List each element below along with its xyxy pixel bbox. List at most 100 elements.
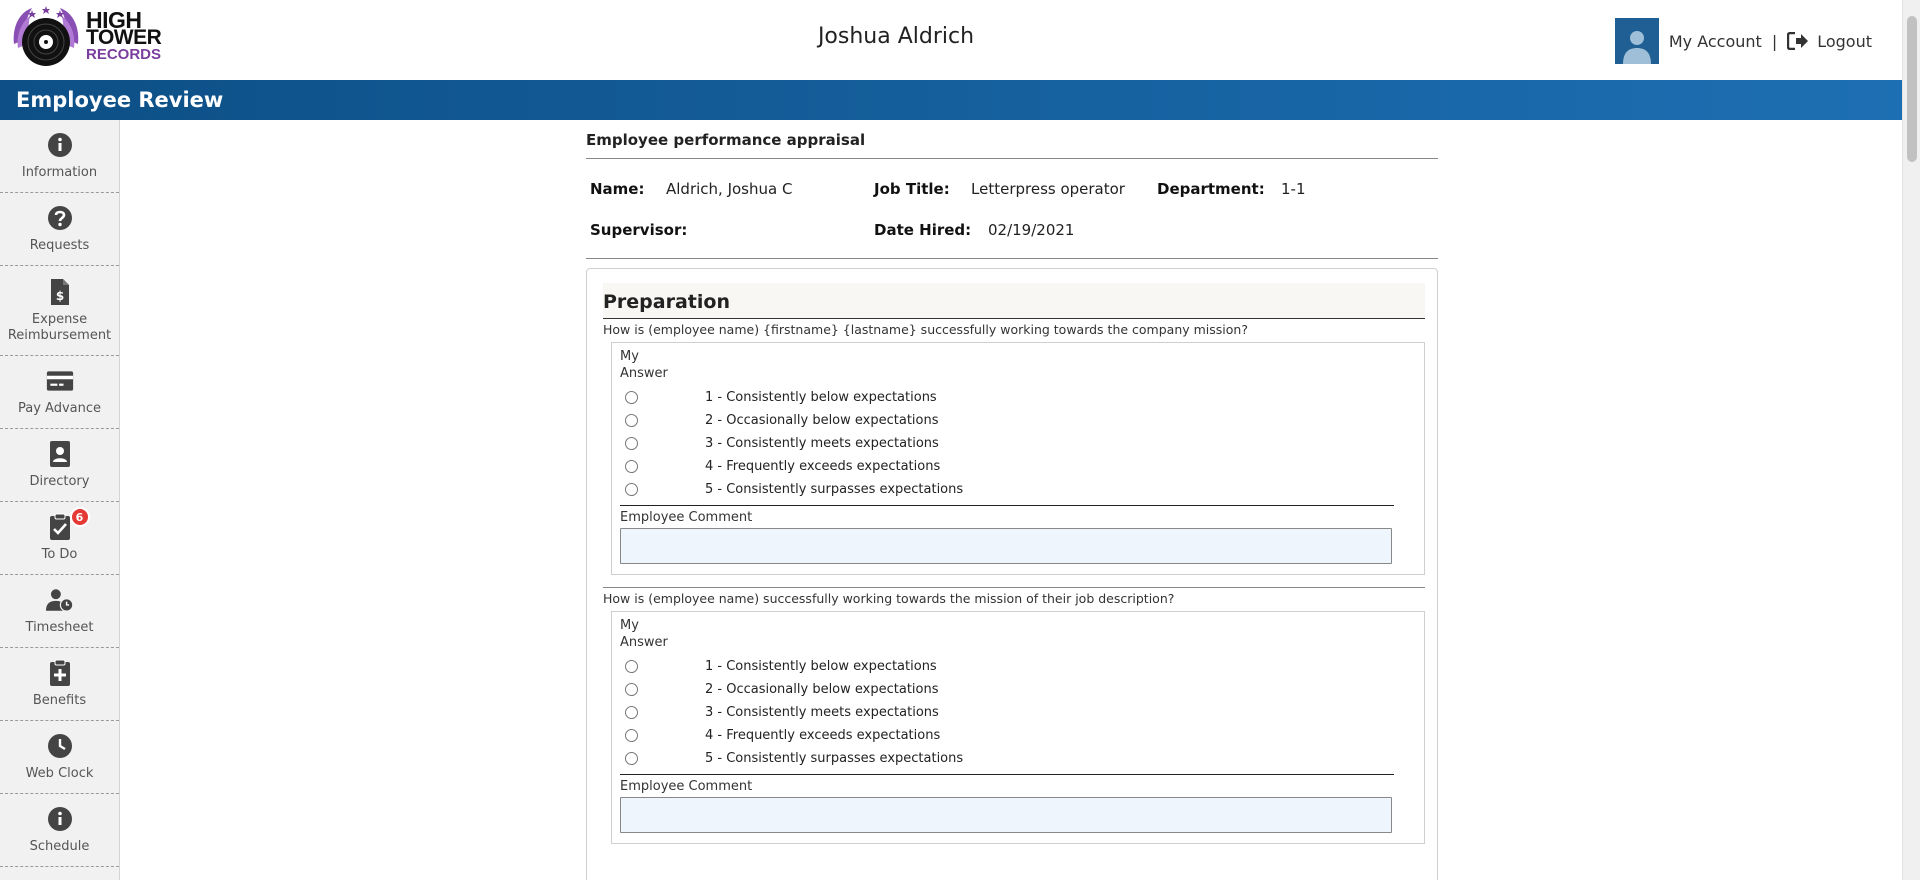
department-value: 1-1 [1281, 180, 1306, 198]
question-divider [620, 505, 1394, 506]
user-clock-icon [45, 586, 74, 614]
rating-option-5[interactable]: 5 - Consistently surpasses expectations [620, 747, 1394, 770]
sidebar-item-schedule[interactable]: Schedule [0, 794, 119, 867]
rating-option-label: 4 - Frequently exceeds expectations [705, 728, 941, 743]
sidebar-item-label: Directory [29, 474, 90, 489]
job-title-label: Job Title: [874, 180, 950, 198]
sidebar-item-benefits[interactable]: Benefits [0, 648, 119, 721]
appraisal-title: Employee performance appraisal [586, 120, 1438, 159]
credit-card-icon [46, 367, 74, 395]
rating-option-label: 5 - Consistently surpasses expectations [705, 751, 964, 766]
employee-comment-label: Employee Comment [620, 510, 753, 525]
sidebar-item-label: Requests [29, 238, 90, 253]
svg-text:$: $ [55, 289, 63, 303]
sidebar-item-label: Benefits [32, 693, 87, 708]
rating-option-label: 2 - Occasionally below expectations [705, 413, 939, 428]
sidebar-item-expense-reimbursement[interactable]: $ Expense Reimbursement [0, 266, 119, 356]
sidebar-item-label: To Do [41, 547, 78, 562]
dollar-document-icon: $ [46, 278, 74, 306]
info-circle-icon [46, 131, 74, 159]
supervisor-label: Supervisor: [590, 221, 688, 239]
my-answer-header-line2: Answer [620, 635, 668, 650]
my-account-link[interactable]: My Account [1669, 32, 1762, 51]
radio-button[interactable] [625, 483, 638, 496]
radio-button[interactable] [625, 660, 638, 673]
clock-icon [46, 732, 74, 760]
sidebar-item-label: Expense Reimbursement [7, 311, 112, 343]
page-title: Employee Review [16, 88, 224, 112]
date-hired-value: 02/19/2021 [988, 221, 1075, 239]
rating-option-1[interactable]: 1 - Consistently below expectations [620, 386, 1394, 409]
account-area: My Account | Logout [1614, 18, 1872, 64]
department-label: Department: [1157, 180, 1265, 198]
date-hired-label: Date Hired: [874, 221, 972, 239]
rating-option-3[interactable]: 3 - Consistently meets expectations [620, 701, 1394, 724]
user-silhouette-icon [1622, 31, 1651, 64]
rating-option-label: 2 - Occasionally below expectations [705, 682, 939, 697]
my-answer-header-line1: My [620, 349, 639, 364]
rating-option-label: 3 - Consistently meets expectations [705, 705, 939, 720]
current-user-name: Joshua Aldrich [817, 24, 975, 49]
my-answer-header-line1: My [620, 618, 639, 633]
employee-info: Name: Aldrich, Joshua C Job Title: Lette… [586, 159, 1438, 259]
sidebar-item-timesheet[interactable]: Timesheet [0, 575, 119, 648]
rating-option-2[interactable]: 2 - Occasionally below expectations [620, 678, 1394, 701]
sidebar-item-label: Information [21, 165, 98, 180]
clipboard-plus-icon [46, 659, 74, 687]
sidebar-item-label: Schedule [29, 839, 90, 854]
radio-button[interactable] [625, 437, 638, 450]
sidebar-item-to-do[interactable]: 6 To Do [0, 502, 119, 575]
radio-button[interactable] [625, 414, 638, 427]
sidebar-item-label: Web Clock [25, 766, 94, 781]
section-title: Preparation [603, 283, 1425, 319]
avatar[interactable] [1614, 18, 1659, 64]
name-label: Name: [590, 180, 645, 198]
sidebar-item-requests[interactable]: Requests [0, 193, 119, 266]
rating-option-2[interactable]: 2 - Occasionally below expectations [620, 409, 1394, 432]
rating-option-label: 1 - Consistently below expectations [705, 390, 937, 405]
rating-option-label: 3 - Consistently meets expectations [705, 436, 939, 451]
logout-link[interactable]: Logout [1817, 32, 1872, 51]
sidebar-item-pay-advance[interactable]: Pay Advance [0, 356, 119, 429]
radio-button[interactable] [625, 391, 638, 404]
appraisal-content: Employee performance appraisal Name: Ald… [586, 120, 1438, 880]
rating-option-3[interactable]: 3 - Consistently meets expectations [620, 432, 1394, 455]
question-circle-icon [46, 204, 74, 232]
radio-button[interactable] [625, 460, 638, 473]
rating-option-4[interactable]: 4 - Frequently exceeds expectations [620, 455, 1394, 478]
rating-option-label: 1 - Consistently below expectations [705, 659, 937, 674]
my-answer-header: My Answer [620, 617, 1394, 651]
employee-comment-label: Employee Comment [620, 779, 753, 794]
preparation-section: Preparation How is (employee name) {firs… [586, 268, 1438, 880]
app-window: HIGH TOWER RECORDS Joshua Aldrich My Acc… [0, 0, 1920, 880]
sidebar-item-label: Timesheet [25, 620, 94, 635]
employee-comment-input[interactable] [620, 797, 1392, 833]
scrollbar-thumb[interactable] [1907, 16, 1917, 162]
header-separator: | [1771, 31, 1778, 51]
sidebar-item-label: Pay Advance [17, 401, 101, 416]
sidebar-item-information[interactable]: Information [0, 120, 119, 193]
radio-button[interactable] [625, 752, 638, 765]
address-book-icon [46, 440, 74, 468]
todo-count-badge: 6 [69, 507, 90, 527]
rating-option-4[interactable]: 4 - Frequently exceeds expectations [620, 724, 1394, 747]
radio-button[interactable] [625, 706, 638, 719]
name-value: Aldrich, Joshua C [666, 180, 793, 198]
question-text: How is (employee name) {firstname} {last… [603, 322, 1248, 337]
employee-comment-input[interactable] [620, 528, 1392, 564]
rating-option-label: 4 - Frequently exceeds expectations [705, 459, 941, 474]
clipboard-check-icon: 6 [46, 507, 90, 541]
sidebar-item-directory[interactable]: Directory [0, 429, 119, 502]
sidebar-item-web-clock[interactable]: Web Clock [0, 721, 119, 794]
radio-button[interactable] [625, 729, 638, 742]
page-title-bar: Employee Review [0, 80, 1902, 120]
radio-button[interactable] [625, 683, 638, 696]
rating-option-1[interactable]: 1 - Consistently below expectations [620, 655, 1394, 678]
page-scrollbar[interactable] [1902, 0, 1920, 880]
logout-icon[interactable] [1787, 32, 1809, 50]
job-title-value: Letterpress operator [971, 180, 1125, 198]
sidebar: Information Requests $ Expense Reimburse… [0, 120, 120, 880]
rating-option-label: 5 - Consistently surpasses expectations [705, 482, 964, 497]
my-answer-header-line2: Answer [620, 366, 668, 381]
rating-option-5[interactable]: 5 - Consistently surpasses expectations [620, 478, 1394, 501]
